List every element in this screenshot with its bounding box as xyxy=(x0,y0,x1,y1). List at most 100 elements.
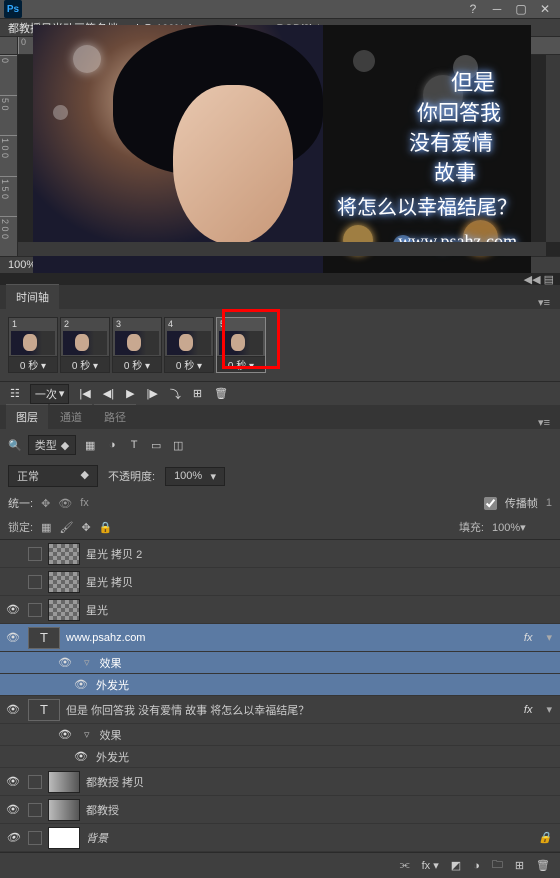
visibility-icon[interactable]: 👁 xyxy=(4,803,22,816)
visibility-icon[interactable]: 👁 xyxy=(4,831,22,844)
fx-arrow-icon[interactable]: ▾ xyxy=(542,703,556,716)
lock-trans-icon[interactable]: ▦ xyxy=(41,521,51,534)
canvas[interactable]: 但是 你回答我 没有爱情 故事 将怎么以幸福结尾？ www.psahz.com xyxy=(18,55,546,242)
visibility-icon[interactable]: 👁 xyxy=(56,728,74,741)
filter-pixel-icon[interactable]: ▦ xyxy=(82,439,98,452)
layer-thumb-icon: T xyxy=(28,699,60,721)
tab-layers[interactable]: 图层 xyxy=(6,404,48,429)
layer-link-slot[interactable] xyxy=(28,603,42,617)
layer-item[interactable]: 👁▿效果 xyxy=(0,724,560,746)
fill-input[interactable]: 100%▾ xyxy=(492,521,552,534)
maximize-icon[interactable]: ▢ xyxy=(510,1,532,17)
convert-icon[interactable]: ☷ xyxy=(8,387,22,400)
layer-item[interactable]: 👁 T 但是 你回答我 没有爱情 故事 将怎么以幸福结尾？ fx ▾ xyxy=(0,696,560,724)
first-frame-icon[interactable]: |◀ xyxy=(77,387,92,400)
filter-shape-icon[interactable]: ▭ xyxy=(148,439,164,452)
filter-adjust-icon[interactable]: ◑ xyxy=(104,439,120,451)
frame-4[interactable]: 40 秒 ▾ xyxy=(164,317,214,373)
filter-search-icon[interactable]: 🔍 xyxy=(8,439,22,452)
layer-link-slot[interactable] xyxy=(28,575,42,589)
layer-item[interactable]: 👁都教授 xyxy=(0,796,560,824)
tab-channels[interactable]: 通道 xyxy=(50,404,92,429)
expand-arrow-icon[interactable]: ▿ xyxy=(80,728,94,741)
opacity-input[interactable]: 100%▾ xyxy=(165,467,225,486)
new-layer-icon[interactable]: ⊞ xyxy=(515,859,524,872)
visibility-icon[interactable]: 👁 xyxy=(4,631,22,644)
adjust-layer-icon[interactable]: ◑ xyxy=(473,860,480,872)
visibility-icon[interactable]: 👁 xyxy=(4,603,22,616)
minimize-icon[interactable]: ─ xyxy=(486,1,508,17)
filter-kind-select[interactable]: 类型◆ xyxy=(28,435,76,455)
layer-item[interactable]: 👁背景🔒 xyxy=(0,824,560,852)
expand-arrow-icon[interactable]: ▿ xyxy=(80,656,94,669)
layer-item[interactable]: 👁外发光 xyxy=(0,674,560,696)
lock-paint-icon[interactable]: 🖌 xyxy=(59,521,73,534)
layer-link-slot[interactable] xyxy=(28,803,42,817)
unify-style-icon[interactable]: fx xyxy=(80,497,89,509)
loop-selector[interactable]: 一次▾ xyxy=(30,384,70,404)
fx-badge[interactable]: fx xyxy=(520,632,537,644)
layer-name: 但是 你回答我 没有爱情 故事 将怎么以幸福结尾？ xyxy=(66,702,514,718)
layer-item[interactable]: 👁Twww.psahz.comfx▾ xyxy=(0,624,560,652)
layer-mask-icon[interactable]: ◩ xyxy=(451,859,461,872)
zoom-level[interactable]: 100% xyxy=(8,259,36,271)
propagate-checkbox[interactable] xyxy=(484,497,497,510)
lock-all-icon[interactable]: 🔒 xyxy=(99,521,113,534)
layer-link-slot[interactable] xyxy=(28,831,42,845)
layer-item[interactable]: 👁外发光 xyxy=(0,746,560,768)
titlebar: Ps ? ─ ▢ ✕ xyxy=(0,0,560,19)
scrollbar-vertical[interactable] xyxy=(546,55,560,242)
blend-mode-select[interactable]: 正常◆ xyxy=(8,465,98,487)
duplicate-frame-icon[interactable]: ⊞ xyxy=(191,387,204,400)
layer-unify-row: 统一: ✥ 👁 fx 传播帧 1 xyxy=(0,491,560,515)
layer-item[interactable]: 星光 拷贝 2 xyxy=(0,540,560,568)
timeline-tabs: 时间轴 ▾≡ xyxy=(0,285,560,309)
fx-badge[interactable]: fx xyxy=(520,704,537,716)
ruler-vertical[interactable]: 05 01 0 01 5 02 0 0 xyxy=(0,55,18,256)
tween-icon[interactable]: ⤵ xyxy=(168,386,183,402)
unify-label: 统一: xyxy=(8,495,33,511)
panel-collapse[interactable]: ◀◀ ▤ xyxy=(0,273,560,285)
layer-link-slot[interactable] xyxy=(28,775,42,789)
visibility-icon[interactable]: 👁 xyxy=(4,775,22,788)
visibility-icon[interactable]: 👁 xyxy=(4,703,22,716)
fx-arrow-icon[interactable]: ▾ xyxy=(542,631,556,644)
layers-footer: ⫘ fx ▾ ◩ ◑ 🗀 ⊞ 🗑 xyxy=(0,852,560,878)
layer-thumb-icon xyxy=(48,543,80,565)
prev-frame-icon[interactable]: ◀| xyxy=(101,387,116,400)
window-controls: ? ─ ▢ ✕ xyxy=(462,1,556,17)
layer-link-slot[interactable] xyxy=(28,547,42,561)
frame-1[interactable]: 10 秒 ▾ xyxy=(8,317,58,373)
scrollbar-horizontal[interactable] xyxy=(18,242,546,256)
panel-menu-icon[interactable]: ▾≡ xyxy=(534,296,554,309)
layer-filter-row: 🔍 类型◆ ▦ ◑ T ▭ ◫ xyxy=(0,429,560,461)
unify-visibility-icon[interactable]: 👁 xyxy=(58,497,72,510)
visibility-icon[interactable]: 👁 xyxy=(72,678,90,691)
delete-frame-icon[interactable]: 🗑 xyxy=(212,387,230,400)
group-icon[interactable]: 🗀 xyxy=(492,856,503,875)
frame-2[interactable]: 20 秒 ▾ xyxy=(60,317,110,373)
layer-item[interactable]: 👁星光 xyxy=(0,596,560,624)
tab-paths[interactable]: 路径 xyxy=(94,404,136,429)
tab-timeline[interactable]: 时间轴 xyxy=(6,284,59,309)
close-icon[interactable]: ✕ xyxy=(534,1,556,17)
layer-item[interactable]: 星光 拷贝 xyxy=(0,568,560,596)
unify-position-icon[interactable]: ✥ xyxy=(41,497,50,510)
play-icon[interactable]: ▶ xyxy=(124,387,136,400)
lock-pos-icon[interactable]: ✥ xyxy=(81,521,90,534)
help-icon[interactable]: ? xyxy=(462,1,484,17)
visibility-icon[interactable]: 👁 xyxy=(72,750,90,763)
visibility-icon[interactable]: 👁 xyxy=(56,656,74,669)
layer-item[interactable]: 👁▿效果 xyxy=(0,652,560,674)
layer-item[interactable]: 👁都教授 拷贝 xyxy=(0,768,560,796)
link-layers-icon[interactable]: ⫘ xyxy=(400,859,410,872)
frame-5[interactable]: 50 秒 ▾ xyxy=(216,317,266,373)
ps-logo-icon: Ps xyxy=(4,0,22,18)
panel-menu-icon[interactable]: ▾≡ xyxy=(534,416,554,429)
filter-type-icon[interactable]: T xyxy=(126,439,142,451)
filter-smart-icon[interactable]: ◫ xyxy=(170,439,186,452)
layer-fx-icon[interactable]: fx ▾ xyxy=(422,859,439,872)
next-frame-icon[interactable]: |▶ xyxy=(145,387,160,400)
delete-layer-icon[interactable]: 🗑 xyxy=(536,859,550,872)
frame-3[interactable]: 30 秒 ▾ xyxy=(112,317,162,373)
